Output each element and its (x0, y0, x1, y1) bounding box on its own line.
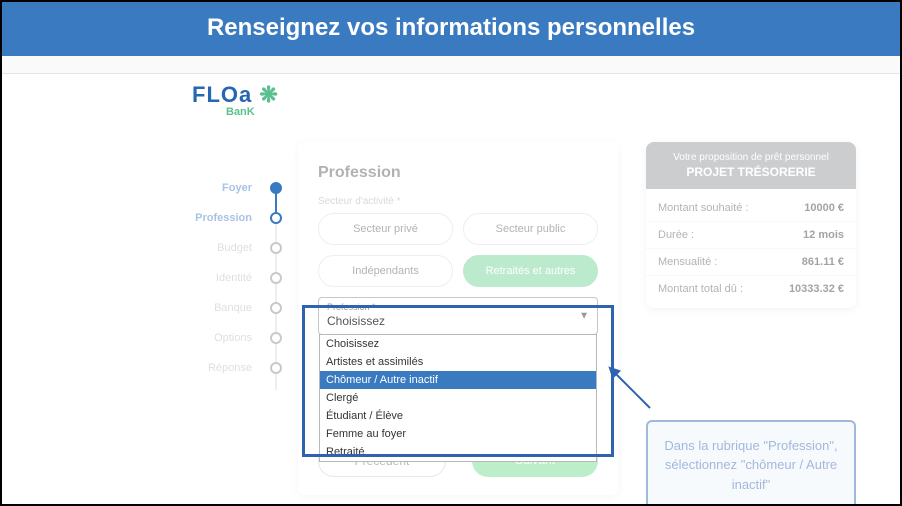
instruction-callout: Dans la rubrique "Profession", sélection… (646, 420, 856, 506)
step-dot-icon (270, 272, 282, 284)
step-identite: Identité (192, 272, 282, 284)
summary-row: Montant souhaité :10000 € (646, 195, 856, 221)
profession-option[interactable]: Artistes et assimilés (320, 353, 596, 371)
step-banque: Banque (192, 302, 282, 314)
summary-row: Montant total dû :10333.32 € (646, 275, 856, 302)
logo-text-1: FLOa (192, 82, 252, 107)
step-dot-icon (270, 212, 282, 224)
step-options: Options (192, 332, 282, 344)
summary-row: Durée :12 mois (646, 221, 856, 248)
logo: FLOa ❋ BanK (2, 74, 900, 122)
sector-option-prive[interactable]: Secteur privé (318, 213, 453, 245)
logo-glyph-icon: ❋ (252, 82, 279, 107)
step-dot-icon (270, 182, 282, 194)
sector-option-public[interactable]: Secteur public (463, 213, 598, 245)
profession-option[interactable]: Clergé (320, 389, 596, 407)
pointer-arrow-icon (608, 366, 658, 421)
logo-subtext: BanK (226, 106, 900, 118)
slide-title: Renseignez vos informations personnelles (2, 2, 900, 56)
stepper: Foyer Profession Budget Identité Banque … (192, 182, 282, 392)
browser-topbar-placeholder (2, 56, 900, 74)
step-dot-icon (270, 302, 282, 314)
step-dot-icon (270, 332, 282, 344)
sector-label: Secteur d'activité * (318, 196, 598, 207)
step-dot-icon (270, 362, 282, 374)
chevron-down-icon: ▼ (579, 311, 589, 322)
tutorial-slide: Renseignez vos informations personnelles… (0, 0, 902, 506)
step-dot-icon (270, 242, 282, 254)
step-foyer[interactable]: Foyer (192, 182, 282, 194)
page-content: Foyer Profession Budget Identité Banque … (2, 122, 900, 506)
profession-option[interactable]: Étudiant / Élève (320, 407, 596, 425)
form-card: Profession Secteur d'activité * Secteur … (298, 142, 618, 495)
summary-row: Mensualité :861.11 € (646, 248, 856, 275)
profession-select[interactable]: Profession * Choisissez ▼ Choisissez Art… (318, 297, 598, 335)
sector-option-retraites[interactable]: Retraités et autres (463, 255, 598, 287)
summary-head-1: Votre proposition de prêt personnel (658, 152, 844, 163)
profession-option[interactable]: Retraité (320, 443, 596, 461)
profession-dropdown: Choisissez Artistes et assimilés Chômeur… (319, 334, 597, 462)
summary-head-2: PROJET TRÉSORERIE (658, 165, 844, 179)
profession-option[interactable]: Choisissez (320, 335, 596, 353)
profession-option-highlighted[interactable]: Chômeur / Autre inactif (320, 371, 596, 389)
profession-option[interactable]: Femme au foyer (320, 425, 596, 443)
sector-option-independants[interactable]: Indépendants (318, 255, 453, 287)
profession-field-label: Profession * (327, 302, 376, 312)
section-title: Profession (318, 164, 598, 182)
step-reponse: Réponse (192, 362, 282, 374)
step-budget: Budget (192, 242, 282, 254)
loan-summary: Votre proposition de prêt personnel PROJ… (646, 142, 856, 308)
step-profession[interactable]: Profession (192, 212, 282, 224)
